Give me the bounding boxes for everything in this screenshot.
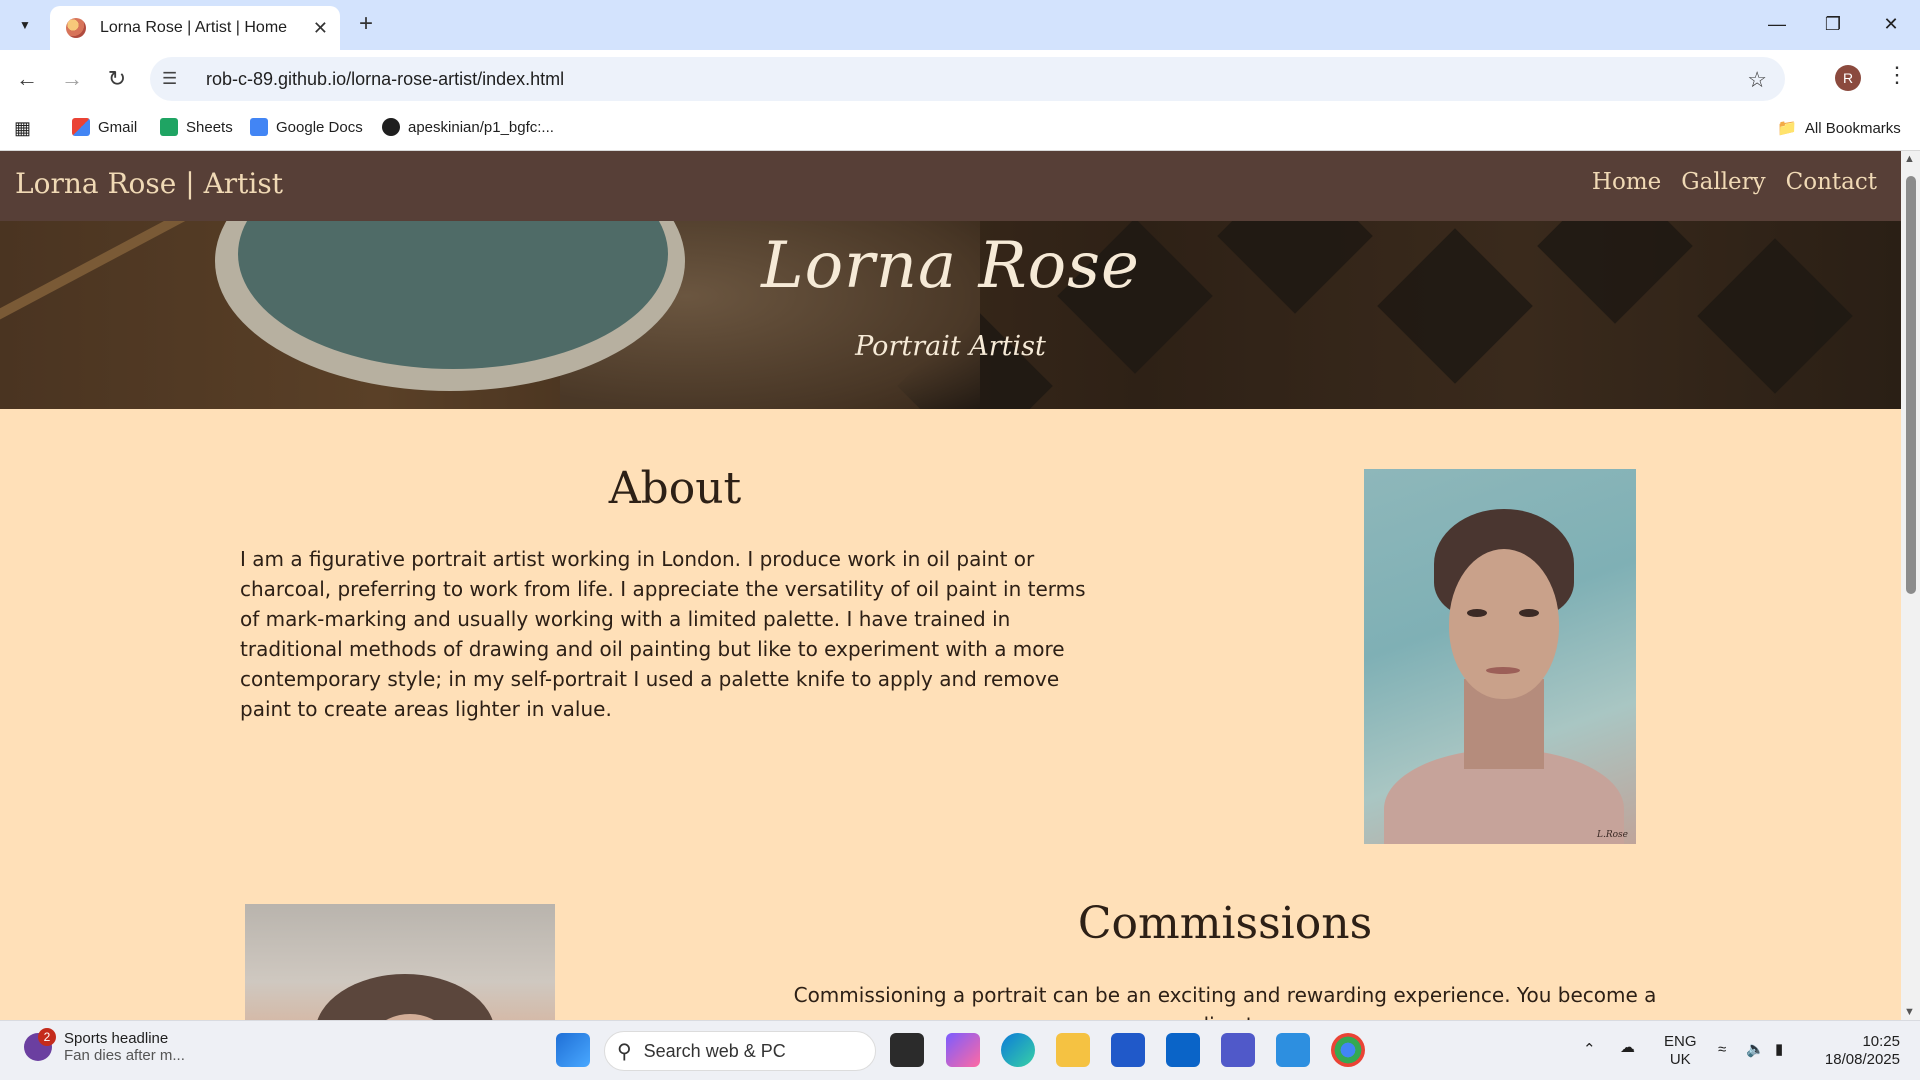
- all-bookmarks[interactable]: 📁 All Bookmarks: [1777, 118, 1901, 138]
- vscode-icon[interactable]: [1276, 1033, 1310, 1067]
- clock-time: 10:25: [1862, 1033, 1900, 1050]
- portrait-signature: L.Rose: [1597, 830, 1628, 840]
- about-heading: About: [608, 463, 742, 514]
- portrait-mouth: [1486, 667, 1520, 674]
- edge-icon[interactable]: [1001, 1033, 1035, 1067]
- url-text[interactable]: rob-c-89.github.io/lorna-rose-artist/ind…: [206, 69, 564, 90]
- portrait-hair: [315, 974, 495, 1020]
- site-info-icon[interactable]: ☰: [162, 69, 186, 89]
- github-icon: [382, 118, 400, 136]
- gmail-icon: [72, 118, 90, 136]
- bookmark-star-icon[interactable]: ☆: [1747, 67, 1767, 93]
- news-widget[interactable]: 2 Sports headline Fan dies after m...: [24, 1028, 185, 1064]
- language-indicator[interactable]: ENG UK: [1664, 1033, 1697, 1069]
- about-text: I am a figurative portrait artist workin…: [240, 547, 1086, 721]
- site-menu: Home Gallery Contact: [1592, 169, 1877, 195]
- scroll-down-icon[interactable]: ▼: [1904, 1006, 1915, 1018]
- bookmark-gmail[interactable]: Gmail: [72, 118, 137, 136]
- page-viewport: Lorna Rose | Artist Home Gallery Contact…: [0, 151, 1901, 1020]
- store-icon[interactable]: [1111, 1033, 1145, 1067]
- windows-start-icon[interactable]: [556, 1033, 590, 1067]
- search-placeholder: Search web & PC: [643, 1040, 786, 1061]
- bookmark-google-docs[interactable]: Google Docs: [250, 118, 363, 136]
- address-bar[interactable]: ☰ rob-c-89.github.io/lorna-rose-artist/i…: [150, 57, 1785, 101]
- taskbar-search[interactable]: ⚲ Search web & PC: [604, 1031, 876, 1071]
- site-brand-link[interactable]: Lorna Rose | Artist: [15, 167, 283, 200]
- tab-strip: ▼ Lorna Rose | Artist | Home ✕ + — ❐ ✕: [0, 0, 1920, 50]
- nav-gallery-link[interactable]: Gallery: [1681, 169, 1765, 195]
- bookmarks-bar: ▦ Gmail Sheets Google Docs apeskinian/p1…: [0, 108, 1920, 151]
- palette-favicon-icon: [66, 18, 86, 38]
- bookmark-sheets[interactable]: Sheets: [160, 118, 233, 136]
- scrollbar-thumb[interactable]: [1906, 176, 1916, 594]
- hero-banner: Lorna Rose Portrait Artist: [0, 221, 1901, 409]
- all-bookmarks-label: All Bookmarks: [1804, 119, 1901, 137]
- self-portrait-image: L.Rose: [1364, 469, 1636, 844]
- bookmark-label: Sheets: [186, 118, 233, 136]
- news-subtitle: Fan dies after m...: [64, 1047, 185, 1064]
- sheets-icon: [160, 118, 178, 136]
- reload-icon[interactable]: ↻: [102, 64, 132, 94]
- new-tab-icon[interactable]: +: [352, 10, 380, 38]
- battery-icon[interactable]: ▮: [1775, 1041, 1783, 1059]
- file-explorer-icon[interactable]: [1056, 1033, 1090, 1067]
- browser-tab[interactable]: Lorna Rose | Artist | Home ✕: [50, 6, 340, 50]
- portrait-eye: [1519, 609, 1539, 617]
- outlook-icon[interactable]: [1166, 1033, 1200, 1067]
- docs-icon: [250, 118, 268, 136]
- bookmark-github[interactable]: apeskinian/p1_bgfc:...: [382, 118, 554, 136]
- close-tab-icon[interactable]: ✕: [313, 18, 328, 39]
- task-view-icon[interactable]: [890, 1033, 924, 1067]
- volume-icon[interactable]: 🔈: [1746, 1041, 1765, 1059]
- back-icon[interactable]: ←: [12, 64, 42, 94]
- minimize-icon[interactable]: —: [1757, 8, 1797, 40]
- commission-portrait-image: [245, 904, 555, 1020]
- commissions-heading: Commissions: [1077, 898, 1373, 949]
- scroll-up-icon[interactable]: ▲: [1904, 153, 1915, 165]
- bookmark-label: Gmail: [98, 118, 138, 136]
- tab-search-icon[interactable]: ▼: [12, 12, 38, 38]
- bookmark-label: Google Docs: [276, 118, 363, 136]
- windows-taskbar: 2 Sports headline Fan dies after m... ⚲ …: [0, 1020, 1920, 1080]
- keyboard-layout: UK: [1669, 1051, 1691, 1068]
- tray-chevron-icon[interactable]: ⌃: [1583, 1041, 1596, 1059]
- bookmark-label: apeskinian/p1_bgfc:...: [408, 118, 554, 136]
- search-icon: ⚲: [617, 1040, 632, 1063]
- browser-toolbar: ← → ↻ ☰ rob-c-89.github.io/lorna-rose-ar…: [0, 50, 1920, 108]
- commissions-text: Commissioning a portrait can be an excit…: [793, 983, 1657, 1020]
- clock-date: 18/08/2025: [1824, 1051, 1900, 1068]
- restore-icon[interactable]: ❐: [1813, 8, 1853, 40]
- portrait-face: [1449, 549, 1559, 699]
- wifi-icon[interactable]: ≈: [1718, 1041, 1726, 1059]
- close-window-icon[interactable]: ✕: [1871, 8, 1911, 40]
- news-title: Sports headline: [64, 1030, 169, 1047]
- hero-subtitle: Portrait Artist: [855, 331, 1046, 362]
- profile-avatar[interactable]: R: [1835, 65, 1861, 91]
- forward-icon[interactable]: →: [57, 64, 87, 94]
- language-code: ENG: [1664, 1033, 1697, 1050]
- page-scrollbar[interactable]: ▲ ▼: [1901, 151, 1920, 1020]
- menu-icon[interactable]: ⋮: [1886, 62, 1908, 88]
- onedrive-icon[interactable]: ☁: [1620, 1039, 1635, 1057]
- news-badge: 2: [38, 1028, 56, 1046]
- hero-title: Lorna Rose: [761, 229, 1140, 303]
- nav-contact-link[interactable]: Contact: [1786, 169, 1877, 195]
- teams-icon[interactable]: [1221, 1033, 1255, 1067]
- chrome-icon[interactable]: [1331, 1033, 1365, 1067]
- copilot-icon[interactable]: [946, 1033, 980, 1067]
- site-navbar: Lorna Rose | Artist Home Gallery Contact: [0, 151, 1901, 221]
- folder-icon: 📁: [1777, 120, 1797, 137]
- tab-title: Lorna Rose | Artist | Home: [100, 19, 288, 36]
- portrait-eye: [1467, 609, 1487, 617]
- apps-grid-icon[interactable]: ▦: [14, 118, 31, 139]
- clock[interactable]: 10:25 18/08/2025: [1818, 1033, 1900, 1069]
- nav-home-link[interactable]: Home: [1592, 169, 1661, 195]
